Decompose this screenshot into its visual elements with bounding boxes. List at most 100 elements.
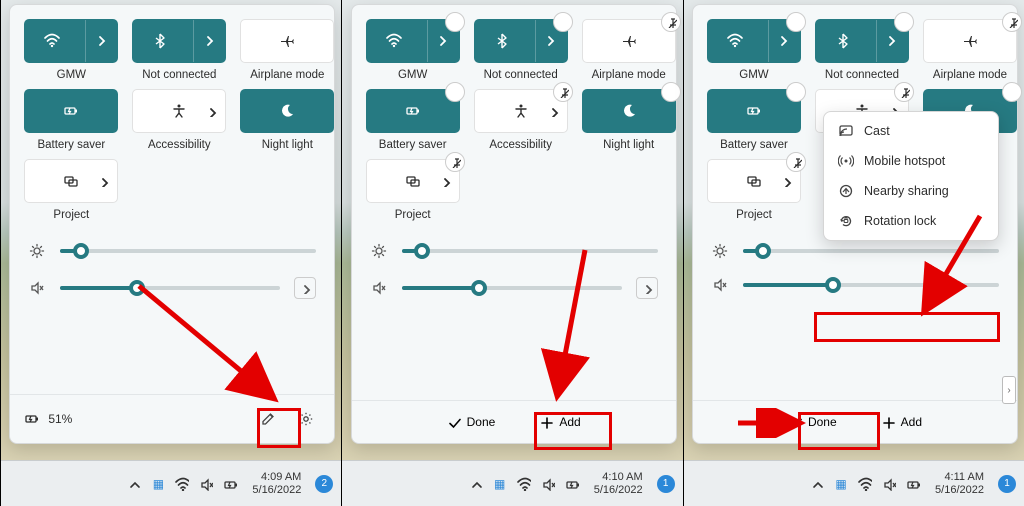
project-tile[interactable] xyxy=(366,159,460,203)
wifi-tile[interactable] xyxy=(24,19,118,63)
bluetooth-expand-button[interactable] xyxy=(193,20,225,62)
menu-item-cast[interactable]: Cast xyxy=(828,116,994,146)
notification-count-badge[interactable]: 1 xyxy=(998,475,1016,493)
tray-app-icon[interactable]: ▦ xyxy=(150,476,166,492)
tray-chevron-up-icon[interactable] xyxy=(126,476,142,492)
bluetooth-tile[interactable] xyxy=(132,19,226,63)
night-light-tile[interactable] xyxy=(582,89,676,133)
rotation-lock-icon xyxy=(838,213,854,229)
menu-item-mobile-hotspot[interactable]: Mobile hotspot xyxy=(828,146,994,176)
unpin-button[interactable] xyxy=(1002,12,1022,32)
project-icon xyxy=(405,173,421,189)
system-tray[interactable]: ▦ 4:09 AM 5/16/2022 2 xyxy=(126,471,333,495)
tray-battery-icon[interactable] xyxy=(905,476,921,492)
brightness-slider[interactable] xyxy=(402,249,658,253)
unpin-button[interactable] xyxy=(445,152,465,172)
unpin-button[interactable] xyxy=(786,152,806,172)
tray-volume-icon[interactable] xyxy=(198,476,214,492)
audio-output-button[interactable] xyxy=(636,277,658,299)
project-tile[interactable] xyxy=(24,159,118,203)
wifi-tile[interactable] xyxy=(707,19,801,63)
accessibility-tile[interactable] xyxy=(474,89,568,133)
unpin-button[interactable] xyxy=(553,12,573,32)
airplane-tile[interactable] xyxy=(582,19,676,63)
night-light-tile[interactable] xyxy=(240,89,334,133)
battery-saver-tile[interactable] xyxy=(24,89,118,133)
clock-time: 4:11 AM xyxy=(944,471,984,483)
tray-chevron-up-icon[interactable] xyxy=(809,476,825,492)
audio-output-button[interactable] xyxy=(294,277,316,299)
airplane-tile[interactable] xyxy=(923,19,1017,63)
tiles-grid: GMW Not connected Airplane mode xyxy=(10,5,334,227)
unpin-button[interactable] xyxy=(661,12,681,32)
project-tile[interactable] xyxy=(707,159,801,203)
airplane-icon xyxy=(279,33,295,49)
brightness-slider[interactable] xyxy=(743,249,999,253)
tray-app-icon[interactable]: ▦ xyxy=(492,476,508,492)
tiles-grid: GMW Not connected Airplane mode xyxy=(352,5,676,227)
menu-item-label: Mobile hotspot xyxy=(864,154,945,168)
panel-footer: 51% xyxy=(10,394,334,443)
battery-saver-tile[interactable] xyxy=(707,89,801,133)
system-tray[interactable]: ▦ 4:11 AM 5/16/2022 1 xyxy=(809,471,1016,495)
night-light-icon xyxy=(621,103,637,119)
tray-volume-icon[interactable] xyxy=(881,476,897,492)
tray-wifi-icon[interactable] xyxy=(857,476,873,492)
tray-volume-icon[interactable] xyxy=(540,476,556,492)
bluetooth-tile[interactable] xyxy=(474,19,568,63)
notification-count-badge[interactable]: 2 xyxy=(315,475,333,493)
battery-saver-tile[interactable] xyxy=(366,89,460,133)
chevron-right-icon[interactable]: › xyxy=(1002,376,1016,404)
unpin-button[interactable] xyxy=(661,82,681,102)
unpin-button[interactable] xyxy=(445,12,465,32)
system-tray[interactable]: ▦ 4:10 AM 5/16/2022 1 xyxy=(468,471,675,495)
volume-slider[interactable] xyxy=(402,286,622,290)
unpin-button[interactable] xyxy=(445,82,465,102)
tray-battery-icon[interactable] xyxy=(564,476,580,492)
done-button[interactable]: Done xyxy=(437,411,506,433)
settings-gear-button[interactable] xyxy=(292,405,320,433)
tray-wifi-icon[interactable] xyxy=(174,476,190,492)
tray-battery-icon[interactable] xyxy=(222,476,238,492)
battery-saver-icon xyxy=(746,103,762,119)
volume-slider[interactable] xyxy=(60,286,280,290)
wifi-expand-button[interactable] xyxy=(85,20,117,62)
sliders-area xyxy=(10,227,334,303)
airplane-tile[interactable] xyxy=(240,19,334,63)
accessibility-icon xyxy=(171,103,187,119)
unpin-button[interactable] xyxy=(786,82,806,102)
wifi-icon xyxy=(25,33,79,49)
menu-item-nearby-sharing[interactable]: Nearby sharing xyxy=(828,176,994,206)
panel-footer-edit: Done Add xyxy=(693,400,1017,443)
bluetooth-icon xyxy=(816,33,870,49)
menu-item-label: Rotation lock xyxy=(864,214,936,228)
add-button[interactable]: Add xyxy=(871,411,932,433)
tray-app-icon[interactable]: ▦ xyxy=(833,476,849,492)
tray-wifi-icon[interactable] xyxy=(516,476,532,492)
accessibility-tile[interactable] xyxy=(132,89,226,133)
wifi-label: GMW xyxy=(739,69,768,81)
unpin-button[interactable] xyxy=(894,12,914,32)
taskbar: ▦ 4:10 AM 5/16/2022 1 xyxy=(342,460,682,506)
wifi-tile[interactable] xyxy=(366,19,460,63)
unpin-button[interactable] xyxy=(1002,82,1022,102)
edit-pencil-button[interactable] xyxy=(254,405,282,433)
clock-time: 4:10 AM xyxy=(602,471,642,483)
volume-slider[interactable] xyxy=(743,283,999,287)
unpin-button[interactable] xyxy=(894,82,914,102)
taskbar-clock[interactable]: 4:09 AM 5/16/2022 xyxy=(252,471,301,495)
taskbar: ▦ 4:11 AM 5/16/2022 1 xyxy=(684,460,1024,506)
bluetooth-icon xyxy=(133,33,187,49)
brightness-slider[interactable] xyxy=(60,249,316,253)
done-button[interactable]: Done xyxy=(778,411,847,433)
battery-saver-label: Battery saver xyxy=(720,139,788,151)
add-button[interactable]: Add xyxy=(529,411,590,433)
unpin-button[interactable] xyxy=(786,12,806,32)
menu-item-rotation-lock[interactable]: Rotation lock xyxy=(828,206,994,236)
taskbar-clock[interactable]: 4:11 AM 5/16/2022 xyxy=(935,471,984,495)
tray-chevron-up-icon[interactable] xyxy=(468,476,484,492)
bluetooth-tile[interactable] xyxy=(815,19,909,63)
taskbar-clock[interactable]: 4:10 AM 5/16/2022 xyxy=(594,471,643,495)
notification-count-badge[interactable]: 1 xyxy=(657,475,675,493)
unpin-button[interactable] xyxy=(553,82,573,102)
